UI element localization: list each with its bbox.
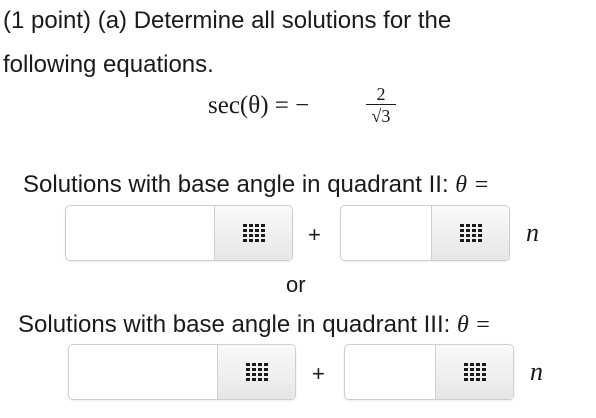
fraction-numerator: 2 <box>376 84 386 104</box>
question-line-2: following equations. <box>3 51 214 78</box>
quadrant3-label: Solutions with base angle in quadrant II… <box>18 310 491 340</box>
quadrant3-base-angle-box <box>68 344 296 400</box>
quadrant3-period-keypad-button[interactable] <box>435 345 513 399</box>
question-line-1: (1 point) (a) Determine all solutions fo… <box>3 7 452 34</box>
quadrant2-period-keypad-button[interactable] <box>431 206 509 260</box>
quadrant2-base-angle-keypad-button[interactable] <box>214 206 292 260</box>
quadrant3-base-angle-input[interactable] <box>69 345 219 399</box>
keypad-grid-icon <box>459 224 482 242</box>
quadrant3-theta: θ = <box>456 312 491 338</box>
quadrant2-label-text: Solutions with base angle in quadrant II… <box>23 171 449 198</box>
quadrant2-theta: θ = <box>455 172 490 198</box>
quadrant3-period-input[interactable] <box>345 345 437 399</box>
keypad-grid-icon <box>242 224 265 242</box>
quadrant3-base-angle-keypad-button[interactable] <box>217 345 295 399</box>
quadrant2-label: Solutions with base angle in quadrant II… <box>23 170 489 200</box>
quadrant2-period-box <box>340 205 510 261</box>
quadrant3-n-variable: n <box>530 357 543 386</box>
equation-lhs: sec(θ) = − <box>208 92 310 119</box>
keypad-grid-icon <box>463 363 486 381</box>
quadrant2-period-input[interactable] <box>341 206 433 260</box>
quadrant2-base-angle-input[interactable] <box>66 206 216 260</box>
equation-fraction: 2 √3 <box>364 84 398 127</box>
quadrant2-base-angle-box <box>65 205 293 261</box>
quadrant2-n-variable: n <box>526 218 539 247</box>
quadrant3-plus: + <box>312 361 325 386</box>
equation: sec(θ) = − 2 √3 <box>208 82 428 138</box>
or-separator: or <box>286 272 306 297</box>
fraction-denominator: √3 <box>371 106 391 126</box>
quadrant3-label-text: Solutions with base angle in quadrant II… <box>18 311 451 338</box>
quadrant2-plus: + <box>308 222 321 247</box>
keypad-grid-icon <box>245 363 268 381</box>
quadrant3-period-box <box>344 344 514 400</box>
